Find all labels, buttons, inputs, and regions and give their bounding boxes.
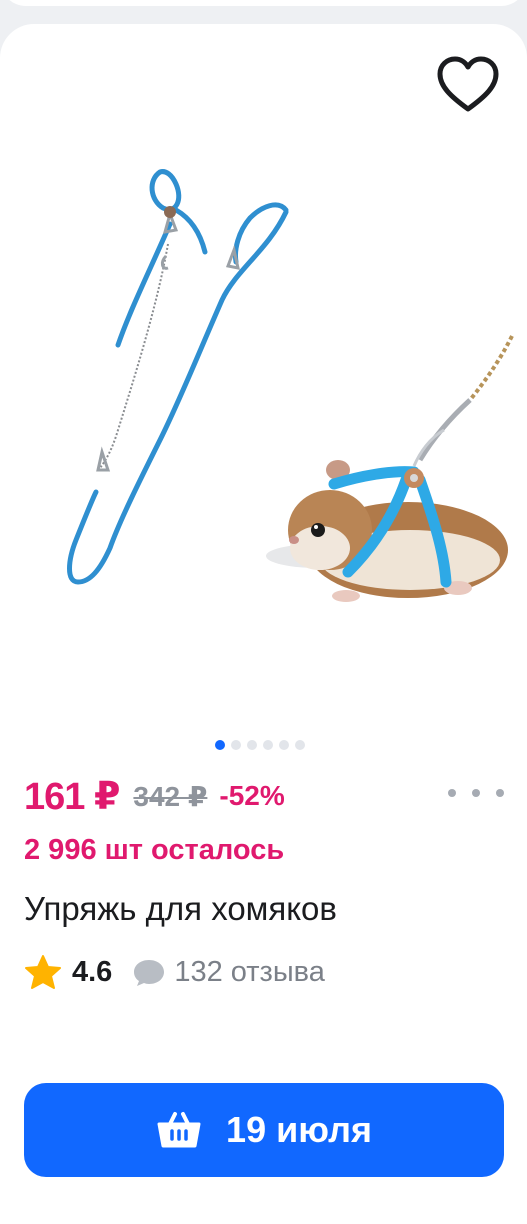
hamster-drawing <box>266 460 508 602</box>
rating-row[interactable]: 4.6 132 отзыва <box>24 951 325 993</box>
pagination-dot[interactable] <box>279 740 289 750</box>
more-options-button[interactable] <box>448 778 504 808</box>
pagination-dot-active[interactable] <box>215 740 225 750</box>
image-pagination[interactable] <box>215 740 305 750</box>
star-icon <box>25 955 61 989</box>
favorite-button[interactable] <box>428 50 508 120</box>
previous-card-edge <box>0 0 527 6</box>
product-title[interactable]: Упряжь для хомяков <box>24 890 337 928</box>
discount-badge: -52% <box>219 780 285 811</box>
heart-icon <box>437 56 499 112</box>
reviews-count: 132 отзыва <box>174 955 325 988</box>
more-dots-icon <box>448 789 456 797</box>
delivery-date-label: 19 июля <box>226 1109 372 1150</box>
leash-drawing <box>67 169 289 585</box>
pagination-dot[interactable] <box>263 740 273 750</box>
current-price: 161 ₽ <box>24 775 120 818</box>
comment-icon <box>134 960 165 986</box>
product-image[interactable] <box>0 130 527 730</box>
rating-value: 4.6 <box>72 955 113 988</box>
pagination-dot[interactable] <box>247 740 257 750</box>
pagination-dot[interactable] <box>231 740 241 750</box>
pagination-dot[interactable] <box>295 740 305 750</box>
price-row: 161 ₽ 342 ₽ -52% <box>24 770 285 822</box>
old-price: 342 ₽ <box>133 780 208 812</box>
basket-icon <box>157 1112 201 1148</box>
reviews-link[interactable]: 132 отзыва <box>132 956 325 989</box>
stock-left: 2 996 шт осталось <box>24 834 285 866</box>
add-to-cart-button[interactable]: 19 июля <box>24 1083 504 1177</box>
